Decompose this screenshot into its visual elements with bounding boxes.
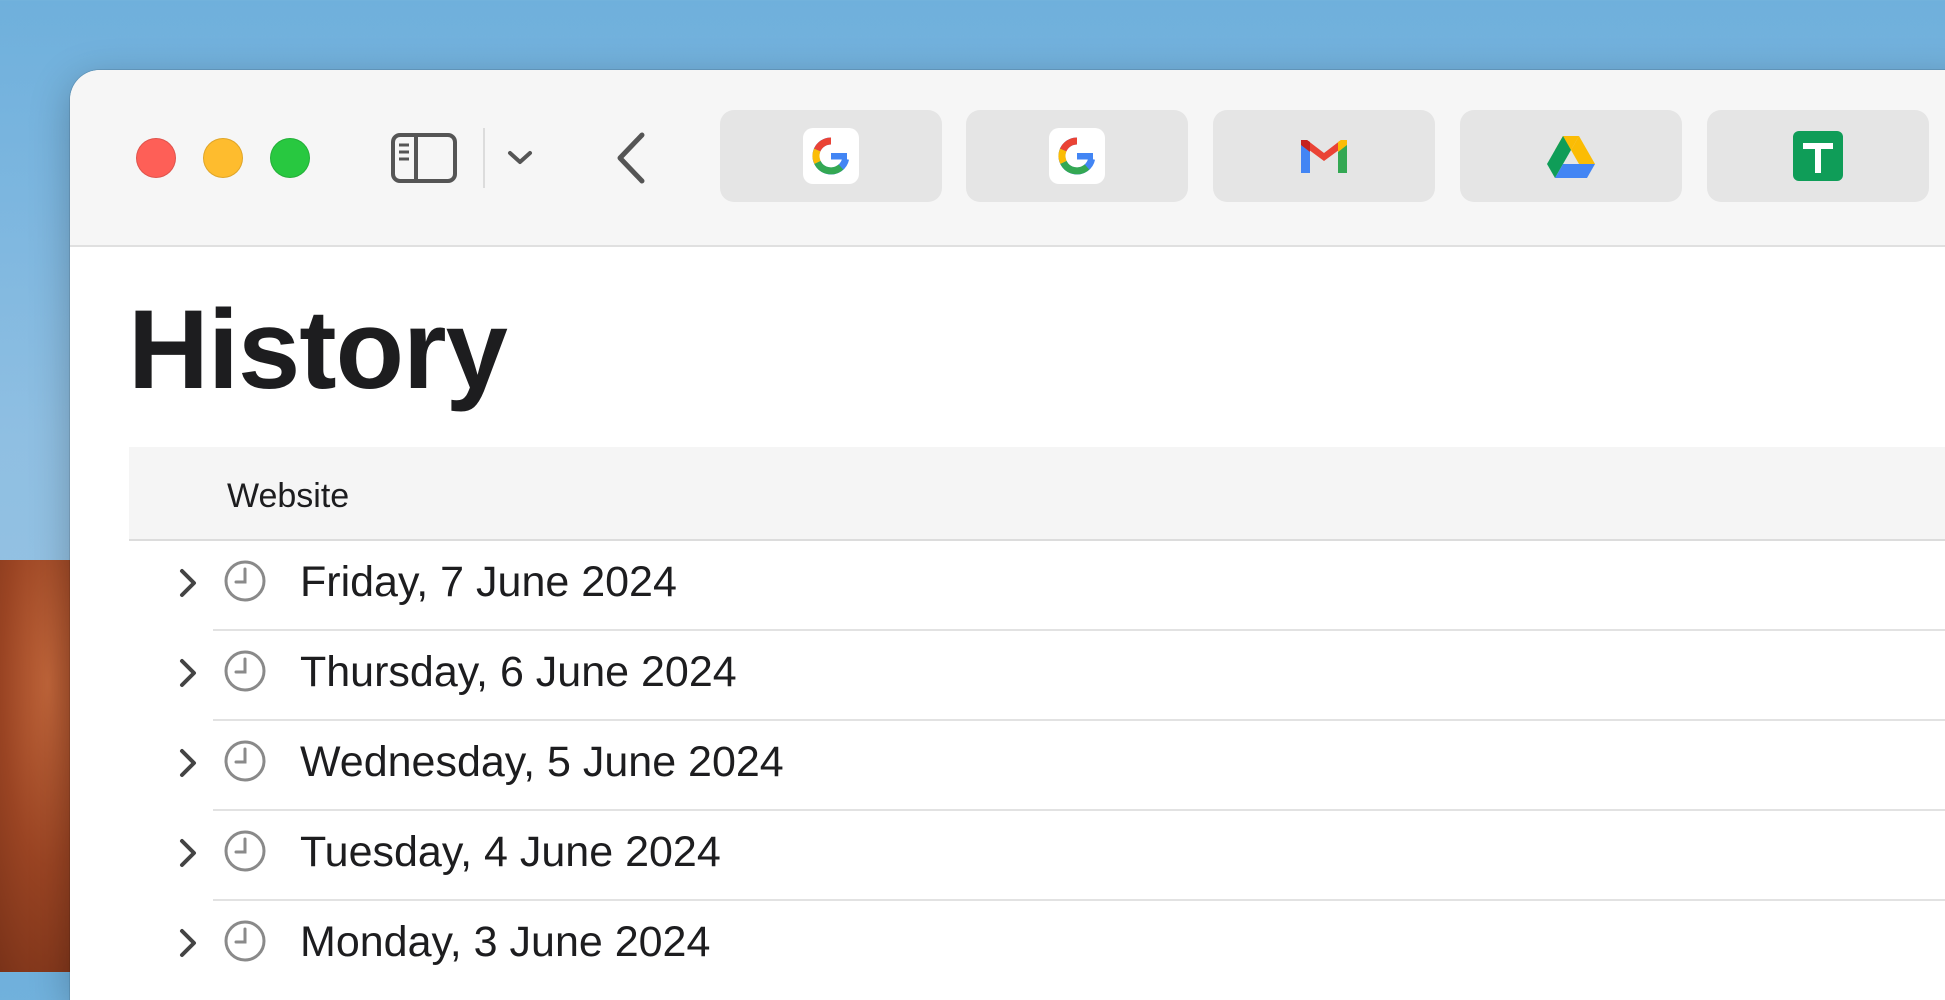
history-day-label: Tuesday, 4 June 2024 xyxy=(300,828,721,876)
gmail-icon xyxy=(1296,128,1352,184)
google-sheets-icon xyxy=(1790,128,1846,184)
disclosure-chevron-icon[interactable] xyxy=(173,743,203,783)
clock-icon xyxy=(223,649,267,693)
close-window-button[interactable] xyxy=(136,138,176,178)
history-day-row[interactable]: Wednesday, 5 June 2024 xyxy=(180,721,1945,811)
page-title: History xyxy=(128,287,508,412)
clock-icon xyxy=(223,919,267,963)
disclosure-chevron-icon[interactable] xyxy=(173,923,203,963)
disclosure-chevron-icon[interactable] xyxy=(173,563,203,603)
back-button[interactable] xyxy=(606,126,656,190)
sidebar-icon xyxy=(391,133,457,183)
tab-google-drive[interactable] xyxy=(1460,110,1682,202)
tab-google-sheets[interactable] xyxy=(1707,110,1929,202)
google-icon xyxy=(803,128,859,184)
tab-group-menu-button[interactable] xyxy=(498,136,542,180)
google-icon xyxy=(1049,128,1105,184)
disclosure-chevron-icon[interactable] xyxy=(173,653,203,693)
toolbar xyxy=(70,70,1945,247)
sidebar-toggle-button[interactable] xyxy=(390,126,458,190)
safari-window: History Website Friday, 7 June 2024 Thur… xyxy=(70,70,1945,1000)
history-list: Friday, 7 June 2024 Thursday, 6 June 202… xyxy=(129,541,1945,989)
history-day-label: Friday, 7 June 2024 xyxy=(300,558,677,606)
tab-google-1[interactable] xyxy=(720,110,942,202)
google-drive-icon xyxy=(1543,128,1599,184)
zoom-window-button[interactable] xyxy=(270,138,310,178)
history-day-row[interactable]: Friday, 7 June 2024 xyxy=(180,541,1945,631)
chevron-down-icon xyxy=(508,151,532,164)
minimize-window-button[interactable] xyxy=(203,138,243,178)
history-day-label: Thursday, 6 June 2024 xyxy=(300,648,737,696)
chevron-left-icon xyxy=(617,132,645,184)
history-day-label: Monday, 3 June 2024 xyxy=(300,918,711,966)
clock-icon xyxy=(223,829,267,873)
clock-icon xyxy=(223,739,267,783)
history-day-row[interactable]: Thursday, 6 June 2024 xyxy=(180,631,1945,721)
history-day-row[interactable]: Tuesday, 4 June 2024 xyxy=(180,811,1945,901)
tab-google-2[interactable] xyxy=(966,110,1188,202)
table-header: Website xyxy=(129,447,1945,541)
disclosure-chevron-icon[interactable] xyxy=(173,833,203,873)
history-day-label: Wednesday, 5 June 2024 xyxy=(300,738,784,786)
column-header-website[interactable]: Website xyxy=(227,477,349,516)
clock-icon xyxy=(223,559,267,603)
history-page: History Website Friday, 7 June 2024 Thur… xyxy=(70,247,1945,1000)
tab-gmail[interactable] xyxy=(1213,110,1435,202)
toolbar-divider xyxy=(483,128,485,188)
history-day-row[interactable]: Monday, 3 June 2024 xyxy=(180,901,1945,989)
